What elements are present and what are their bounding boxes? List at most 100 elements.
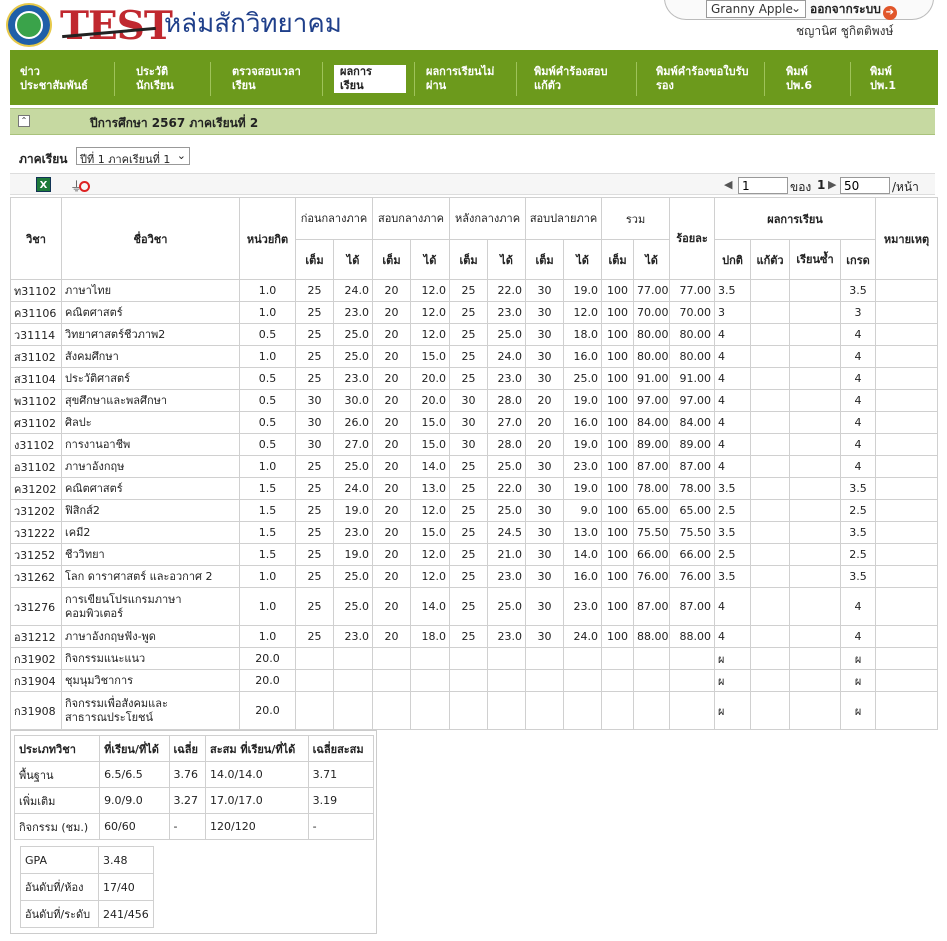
- cell: ผ: [840, 691, 877, 730]
- cell: 80.00: [669, 323, 716, 346]
- cell: 3.5: [714, 521, 752, 544]
- nav-attendance[interactable]: ตรวจสอบเวลา เรียน: [232, 65, 301, 93]
- nav-print-certificate[interactable]: พิมพ์คำร้องขอใบรับ รอง: [656, 65, 749, 93]
- grid-toolbar: X ⏚ ◀ ของ 1 ▶ /หน้า: [10, 173, 935, 195]
- cell: 65.00: [669, 499, 716, 522]
- subject-code: ก31908: [10, 691, 62, 730]
- cell: 77.00: [633, 279, 671, 302]
- summary-row-basic: พื้นฐาน 6.5/6.5 3.76 14.0/14.0 3.71: [13, 761, 375, 788]
- cell: 19.0: [563, 433, 603, 456]
- subject-code: ส31102: [10, 345, 62, 368]
- nav-print-pp6[interactable]: พิมพ์ ปพ.6: [786, 65, 812, 93]
- cell: 4: [840, 367, 877, 390]
- cell: [750, 647, 791, 670]
- collapse-icon[interactable]: ⌃: [18, 115, 30, 127]
- cell: 77.00: [669, 279, 716, 302]
- subject-code: ว31114: [10, 323, 62, 346]
- cell: [789, 433, 842, 456]
- subject-name: คณิตศาสตร์: [61, 301, 240, 324]
- cell: 30: [449, 411, 489, 434]
- cell: 75.50: [669, 521, 716, 544]
- cell: 75.50: [633, 521, 671, 544]
- prev-page-icon[interactable]: ◀: [724, 178, 732, 191]
- cell: [875, 587, 939, 626]
- cell: 20: [372, 345, 411, 368]
- chevron-down-icon: ⌄: [790, 1, 801, 15]
- page-input[interactable]: [738, 177, 788, 194]
- cell: [875, 433, 939, 456]
- cell: 1.0: [239, 565, 296, 588]
- term-select[interactable]: ปีที่ 1 ภาคเรียนที่ 1 ⌄: [76, 147, 190, 166]
- subject-name: กิจกรรมเพื่อสังคมและสาธารณประโยชน์: [61, 691, 240, 730]
- clear-filter-icon[interactable]: ⏚: [70, 176, 92, 195]
- per-page-input[interactable]: [840, 177, 890, 194]
- total-pages: 1: [817, 178, 826, 192]
- cell: 100: [601, 433, 635, 456]
- next-page-icon[interactable]: ▶: [828, 178, 836, 191]
- logout-button[interactable]: ออกจากระบบ ➔: [810, 0, 897, 20]
- subject-code: ท31102: [10, 279, 62, 302]
- col-note: หมายเหตุ: [875, 197, 939, 280]
- cell: 20: [372, 301, 411, 324]
- cell: [750, 521, 791, 544]
- cell: 28.0: [487, 389, 527, 412]
- cell: 23.0: [487, 625, 527, 648]
- cell: [875, 543, 939, 566]
- cell: 1.0: [239, 345, 296, 368]
- cell: 4: [840, 587, 877, 626]
- nav-grades[interactable]: ผลการ เรียน: [334, 65, 406, 93]
- cell: [750, 345, 791, 368]
- cell: 25: [295, 367, 334, 390]
- cell: 25: [449, 367, 489, 390]
- nav-print-retest[interactable]: พิมพ์คำร้องสอบ แก้ตัว: [534, 65, 607, 93]
- cell: 27.0: [333, 433, 373, 456]
- rank-level-row: อันดับที่/ระดับ 241/456: [20, 900, 154, 928]
- cell: 4: [840, 411, 877, 434]
- nav-news[interactable]: ข่าว ประชาสัมพันธ์: [20, 65, 88, 93]
- cell: 25.0: [487, 587, 527, 626]
- cell: 1.0: [239, 455, 296, 478]
- cell: 25: [295, 455, 334, 478]
- cell: 30: [295, 411, 334, 434]
- cell: 24.0: [333, 477, 373, 500]
- arrow-right-icon: ➔: [882, 6, 897, 20]
- col-result: ผลการเรียน: [714, 197, 877, 240]
- cell: [875, 301, 939, 324]
- excel-export-icon[interactable]: X: [36, 177, 51, 192]
- col-final: สอบปลายภาค: [525, 197, 603, 240]
- cell: 25.0: [333, 323, 373, 346]
- cell: [750, 499, 791, 522]
- cell: ผ: [714, 647, 752, 670]
- cell: 25: [295, 499, 334, 522]
- subject-code: ว31202: [10, 499, 62, 522]
- cell: [601, 647, 635, 670]
- cell: 0.5: [239, 323, 296, 346]
- cell: 2.5: [714, 499, 752, 522]
- cell: 0.5: [239, 367, 296, 390]
- col-after-mid: หลังกลางภาค: [449, 197, 527, 240]
- cell: 24.0: [487, 345, 527, 368]
- theme-select[interactable]: Granny Apple ⌄: [706, 0, 806, 18]
- cell: [333, 669, 373, 692]
- nav-profile[interactable]: ประวัติ นักเรียน: [136, 65, 174, 93]
- gpa-row: GPA 3.48: [20, 846, 154, 874]
- cell: 16.0: [563, 411, 603, 434]
- cell: [295, 647, 334, 670]
- cell: 30.0: [333, 389, 373, 412]
- cell: 100: [601, 543, 635, 566]
- cell: 28.0: [487, 433, 527, 456]
- cell: 0.5: [239, 433, 296, 456]
- cell: [525, 691, 565, 730]
- nav-print-pp1[interactable]: พิมพ์ ปพ.1: [870, 65, 896, 93]
- cell: [789, 301, 842, 324]
- table-row: ว31252 ชีววิทยา 1.5 25 19.0 20 12.0 25 21.0 30 14.…: [10, 543, 939, 566]
- cell: [750, 433, 791, 456]
- cell: 100: [601, 565, 635, 588]
- cell: 25: [449, 301, 489, 324]
- cell: 23.0: [487, 565, 527, 588]
- cell: [750, 625, 791, 648]
- subject-name: การงานอาชีพ: [61, 433, 240, 456]
- subject-code: ว31262: [10, 565, 62, 588]
- nav-failed[interactable]: ผลการเรียนไม่ ผ่าน: [426, 65, 494, 93]
- cell: [750, 669, 791, 692]
